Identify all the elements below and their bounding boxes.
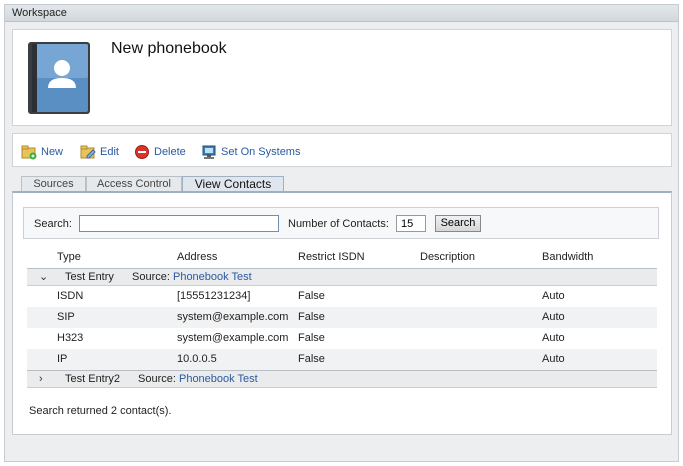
- group-name: Test Entry: [65, 271, 114, 283]
- edit-label: Edit: [100, 146, 119, 159]
- view-contacts-panel: Search: Number of Contacts: Search Type …: [12, 191, 672, 435]
- new-icon: [21, 145, 37, 160]
- cell-bandwidth: Auto: [542, 353, 565, 365]
- table-row: ISDN [15551231234] False Auto: [27, 286, 657, 307]
- group-source: Source: Phonebook Test: [132, 269, 252, 286]
- column-bandwidth[interactable]: Bandwidth: [542, 247, 593, 268]
- cell-address: 10.0.0.5: [177, 353, 217, 365]
- cell-restrict: False: [298, 290, 325, 302]
- cell-restrict: False: [298, 353, 325, 365]
- group-source: Source: Phonebook Test: [138, 371, 258, 388]
- column-description[interactable]: Description: [420, 247, 475, 268]
- new-button[interactable]: New: [21, 144, 63, 160]
- source-label: Source:: [132, 271, 170, 283]
- search-bar: Search: Number of Contacts: Search: [23, 207, 659, 239]
- header-panel: New phonebook: [12, 29, 672, 126]
- phonebook-icon: [28, 42, 90, 114]
- cell-restrict: False: [298, 311, 325, 323]
- cell-type: SIP: [57, 311, 75, 323]
- table-row: SIP system@example.com False Auto: [27, 307, 657, 328]
- workspace-title: Workspace: [5, 5, 678, 22]
- group-name: Test Entry2: [65, 373, 121, 385]
- source-link[interactable]: Phonebook Test: [179, 373, 258, 385]
- column-type[interactable]: Type: [57, 247, 81, 268]
- tab-access-control[interactable]: Access Control: [86, 176, 182, 192]
- new-label: New: [41, 146, 64, 159]
- table-header: Type Address Restrict ISDN Description B…: [27, 247, 657, 268]
- search-button[interactable]: Search: [435, 215, 481, 232]
- group-row-test-entry2[interactable]: › Test Entry2 Source: Phonebook Test: [27, 370, 657, 388]
- search-label: Search:: [34, 218, 72, 230]
- cell-address: system@example.com: [177, 332, 289, 344]
- cell-type: IP: [57, 353, 68, 365]
- delete-label: Delete: [154, 146, 186, 159]
- cell-type: ISDN: [57, 290, 84, 302]
- table-row: H323 system@example.com False Auto: [27, 328, 657, 349]
- number-of-contacts-input[interactable]: [396, 215, 426, 232]
- search-input[interactable]: [79, 215, 279, 232]
- cell-bandwidth: Auto: [542, 311, 565, 323]
- cell-restrict: False: [298, 332, 325, 344]
- cell-address: [15551231234]: [177, 290, 251, 302]
- group-row-test-entry[interactable]: ⌄ Test Entry Source: Phonebook Test: [27, 268, 657, 286]
- contacts-table: Type Address Restrict ISDN Description B…: [27, 247, 657, 388]
- delete-icon: [135, 145, 149, 160]
- cell-address: system@example.com: [177, 311, 289, 323]
- column-address[interactable]: Address: [177, 247, 217, 268]
- source-link[interactable]: Phonebook Test: [173, 271, 252, 283]
- page-title: New phonebook: [111, 40, 227, 57]
- chevron-right-icon[interactable]: ›: [39, 371, 51, 388]
- number-of-contacts-label: Number of Contacts:: [288, 218, 389, 230]
- toolbar: New Edit Delete Set On Systems: [12, 133, 672, 167]
- edit-button[interactable]: Edit: [80, 144, 119, 160]
- cell-bandwidth: Auto: [542, 290, 565, 302]
- tab-view-contacts[interactable]: View Contacts: [182, 176, 284, 192]
- column-restrict-isdn[interactable]: Restrict ISDN: [298, 247, 365, 268]
- tab-sources[interactable]: Sources: [21, 176, 86, 192]
- chevron-down-icon[interactable]: ⌄: [39, 269, 51, 286]
- delete-button[interactable]: Delete: [134, 144, 186, 160]
- edit-icon: [80, 145, 96, 159]
- search-result-status: Search returned 2 contact(s).: [29, 405, 172, 417]
- cell-type: H323: [57, 332, 84, 344]
- set-on-systems-button[interactable]: Set On Systems: [201, 144, 300, 160]
- set-on-systems-label: Set On Systems: [221, 146, 301, 159]
- set-on-systems-icon: [202, 145, 216, 160]
- workspace-panel: Workspace New phonebook New Edit Delete …: [4, 4, 679, 462]
- source-label: Source:: [138, 373, 176, 385]
- table-row: IP 10.0.0.5 False Auto: [27, 349, 657, 370]
- cell-bandwidth: Auto: [542, 332, 565, 344]
